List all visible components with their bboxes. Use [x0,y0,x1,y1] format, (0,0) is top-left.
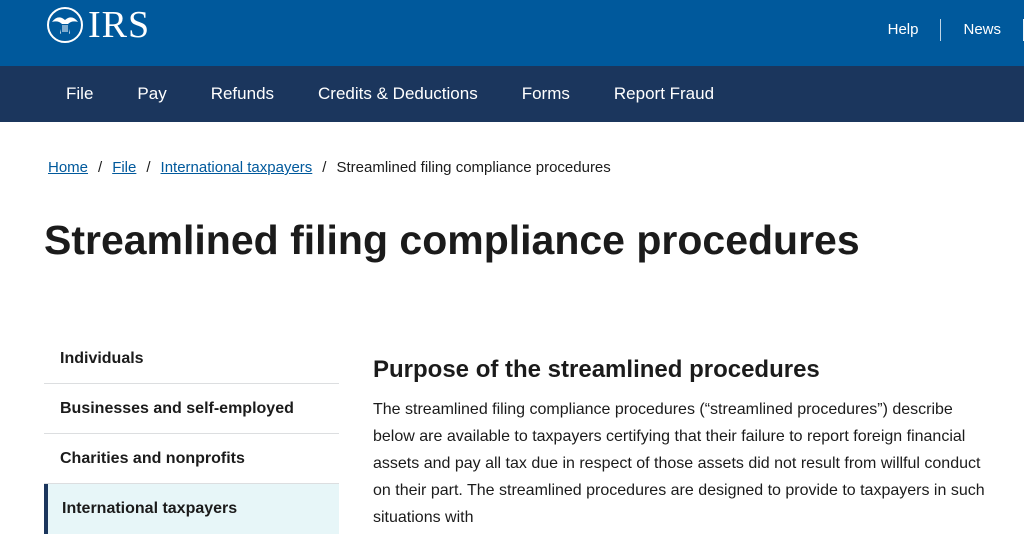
main-content: Purpose of the streamlined procedures Th… [373,352,1013,531]
nav-pay[interactable]: Pay [115,66,188,122]
breadcrumb-separator: / [98,159,103,176]
help-link[interactable]: Help [888,19,941,41]
nav-file[interactable]: File [44,66,115,122]
irs-eagle-logo-icon [44,6,86,44]
main-nav: File Pay Refunds Credits & Deductions Fo… [0,66,1024,122]
breadcrumb-separator: / [322,159,327,176]
intro-paragraph: The streamlined filing compliance proced… [373,401,985,526]
breadcrumb: Home / File / International taxpayers / … [48,158,611,178]
page-title: Streamlined filing compliance procedures [44,217,860,263]
sidenav-item-charities[interactable]: Charities and nonprofits [44,434,339,484]
section-heading: Purpose of the streamlined procedures [373,356,820,383]
sidenav-item-individuals[interactable]: Individuals [44,334,339,384]
irs-logo-link[interactable]: IRS [44,6,150,44]
breadcrumb-current: Streamlined filing compliance procedures [336,159,611,176]
top-bar: IRS Help [0,0,1024,66]
breadcrumb-file[interactable]: File [112,158,136,178]
logo-text: IRS [88,4,151,46]
news-link[interactable]: News [941,19,1023,41]
breadcrumb-separator: / [146,159,151,176]
sidenav-item-international-taxpayers[interactable]: International taxpayers [44,484,339,534]
breadcrumb-international-taxpayers[interactable]: International taxpayers [161,158,313,178]
breadcrumb-home[interactable]: Home [48,158,88,178]
utility-links: Help News [888,0,1024,60]
nav-refunds[interactable]: Refunds [189,66,296,122]
side-nav: Individuals Businesses and self-employed… [44,334,339,534]
nav-credits-deductions[interactable]: Credits & Deductions [296,66,500,122]
nav-forms[interactable]: Forms [500,66,592,122]
nav-report-fraud[interactable]: Report Fraud [592,66,736,122]
sidenav-item-businesses[interactable]: Businesses and self-employed [44,384,339,434]
